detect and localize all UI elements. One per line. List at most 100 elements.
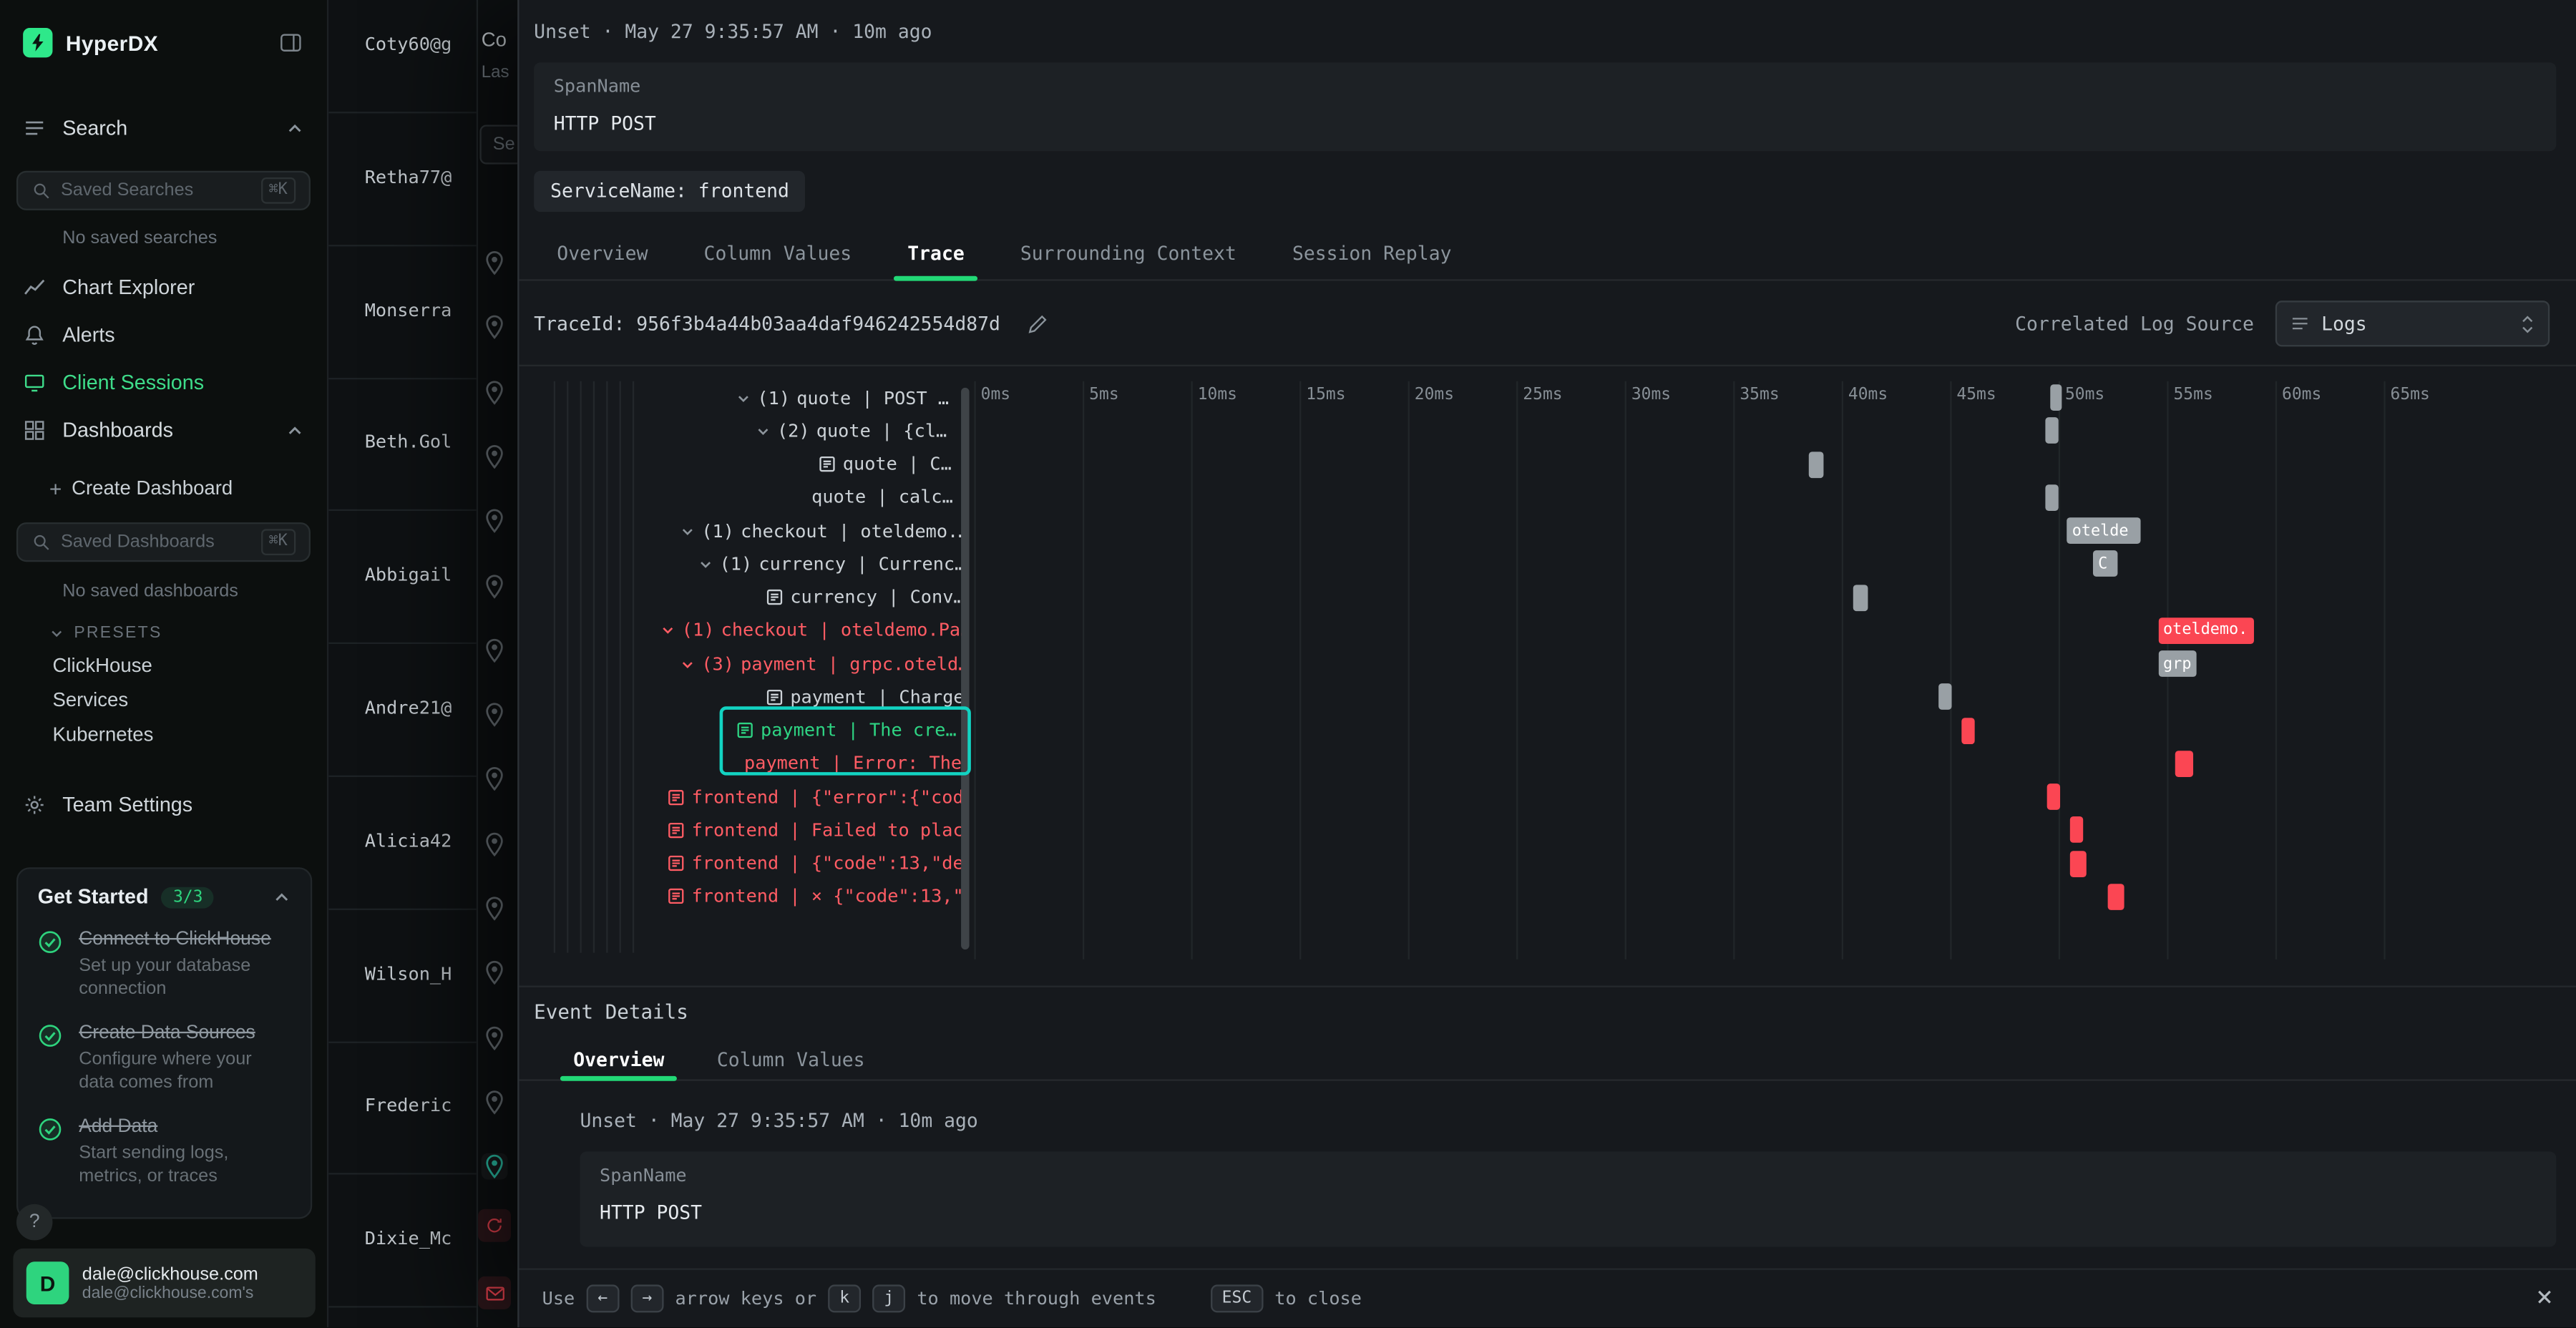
- mail-icon[interactable]: [478, 1276, 511, 1309]
- span-bar[interactable]: oteldemo.: [2158, 617, 2253, 644]
- chevron-down-icon[interactable]: [756, 424, 771, 439]
- event-details-tab-overview[interactable]: Overview: [557, 1037, 680, 1080]
- tab-surrounding-context[interactable]: Surrounding Context: [1004, 230, 1253, 279]
- session-row[interactable]: Beth.Gol: [365, 432, 452, 454]
- chevron-down-icon[interactable]: [680, 524, 696, 539]
- span-bar[interactable]: [1809, 451, 1824, 477]
- preset-item-services[interactable]: Services: [0, 682, 327, 716]
- trace-row[interactable]: (1)quote | POST …: [534, 381, 967, 414]
- map-pin-icon[interactable]: [482, 637, 508, 663]
- span-bar[interactable]: [1853, 584, 1868, 610]
- search-section-header[interactable]: Search: [0, 109, 327, 148]
- map-pin-icon[interactable]: [482, 1153, 508, 1180]
- trace-row[interactable]: frontend | {"error":{"code…: [534, 781, 967, 814]
- map-pin-icon[interactable]: [482, 831, 508, 857]
- session-row[interactable]: Andre21@: [365, 698, 452, 719]
- map-pin-icon[interactable]: [482, 444, 508, 470]
- session-row[interactable]: Retha77@: [365, 167, 452, 188]
- span-bar[interactable]: [1939, 684, 1952, 711]
- map-pin-icon[interactable]: [482, 572, 508, 599]
- span-bar[interactable]: [2046, 484, 2059, 511]
- user-menu[interactable]: D dale@clickhouse.com dale@clickhouse.co…: [13, 1249, 315, 1317]
- sidebar-item-chart-explorer[interactable]: Chart Explorer: [0, 263, 327, 311]
- map-pin-icon[interactable]: [482, 766, 508, 793]
- map-pin-icon[interactable]: [482, 1025, 508, 1051]
- session-row[interactable]: Monserra: [365, 299, 452, 321]
- span-bar[interactable]: [2050, 384, 2062, 411]
- get-started-item[interactable]: Connect to ClickHouse Set up your databa…: [38, 928, 291, 1002]
- create-dashboard-button[interactable]: + Create Dashboard: [49, 470, 233, 507]
- sidebar-item-client-sessions[interactable]: Client Sessions: [0, 358, 327, 406]
- span-bar[interactable]: [2046, 418, 2059, 444]
- trace-row[interactable]: (3)payment | grpc.oteld…: [534, 648, 967, 680]
- trace-row-selected[interactable]: payment | The cre…: [534, 714, 967, 747]
- tab-trace[interactable]: Trace: [891, 230, 980, 279]
- preset-item-clickhouse[interactable]: ClickHouse: [0, 648, 327, 682]
- help-button[interactable]: ?: [16, 1204, 53, 1241]
- trace-row[interactable]: (1)currency | Currenc…: [534, 547, 967, 580]
- preset-item-kubernetes[interactable]: Kubernetes: [0, 716, 327, 751]
- chevron-up-icon[interactable]: [286, 421, 303, 439]
- chevron-down-icon[interactable]: [680, 656, 696, 671]
- error-event-icon[interactable]: [478, 1209, 511, 1242]
- span-bar[interactable]: [2069, 817, 2082, 844]
- span-bar[interactable]: grp: [2158, 650, 2197, 677]
- trace-row[interactable]: frontend | {"code":13,"det…: [534, 847, 967, 880]
- span-bar[interactable]: otelde: [2067, 517, 2141, 544]
- session-row[interactable]: Coty60@g: [365, 34, 452, 55]
- span-bar[interactable]: [2069, 850, 2086, 877]
- trace-row[interactable]: currency | Conv…: [534, 581, 967, 614]
- map-pin-icon[interactable]: [482, 314, 508, 341]
- session-search-input-clipped[interactable]: Se: [479, 125, 517, 164]
- trace-row[interactable]: (1)checkout | oteldemo.Pa…: [534, 614, 967, 647]
- get-started-item[interactable]: Create Data Sources Configure where your…: [38, 1022, 291, 1095]
- map-pin-icon[interactable]: [482, 508, 508, 534]
- map-pin-icon[interactable]: [482, 1089, 508, 1115]
- map-pin-icon[interactable]: [482, 702, 508, 728]
- tab-overview[interactable]: Overview: [540, 230, 664, 279]
- map-pin-icon[interactable]: [482, 895, 508, 922]
- saved-dashboards-input[interactable]: Saved Dashboards ⌘K: [16, 522, 311, 562]
- presets-header[interactable]: PRESETS: [49, 620, 162, 646]
- sidebar-item-alerts[interactable]: Alerts: [0, 311, 327, 358]
- session-row[interactable]: Dixie_Mc: [365, 1229, 452, 1250]
- trace-row-selected[interactable]: payment | Error: The …: [534, 747, 967, 780]
- trace-row[interactable]: frontend | Failed to place…: [534, 814, 967, 846]
- trace-row[interactable]: (1)checkout | oteldemo.…: [534, 514, 967, 547]
- service-name-badge[interactable]: ServiceName: frontend: [534, 171, 806, 212]
- trace-row[interactable]: quote | calc…: [534, 481, 967, 514]
- session-row[interactable]: Frederic: [365, 1095, 452, 1117]
- span-bar[interactable]: [1961, 717, 1974, 743]
- map-pin-icon[interactable]: [482, 960, 508, 986]
- map-pin-icon[interactable]: [482, 250, 508, 276]
- chevron-down-icon[interactable]: [736, 391, 751, 406]
- saved-searches-input[interactable]: Saved Searches ⌘K: [16, 171, 311, 210]
- chevron-down-icon[interactable]: [698, 557, 713, 572]
- tab-column-values[interactable]: Column Values: [688, 230, 869, 279]
- log-source-select[interactable]: Logs: [2275, 301, 2550, 346]
- get-started-item[interactable]: Add Data Start sending logs, metrics, or…: [38, 1115, 291, 1188]
- span-bar[interactable]: [2048, 783, 2061, 810]
- sidebar-collapse-icon[interactable]: [278, 31, 304, 54]
- session-row[interactable]: Alicia42: [365, 830, 452, 851]
- session-row[interactable]: Abbigail: [365, 565, 452, 586]
- chevron-up-icon[interactable]: [273, 888, 291, 906]
- session-row[interactable]: Wilson_H: [365, 963, 452, 985]
- chevron-down-icon[interactable]: [660, 623, 675, 638]
- trace-row[interactable]: payment | Charge …: [534, 680, 967, 713]
- get-started-header[interactable]: Get Started 3/3: [38, 885, 291, 908]
- span-bar[interactable]: C: [2093, 551, 2117, 577]
- edit-icon[interactable]: [1027, 313, 1048, 334]
- close-icon[interactable]: ×: [2536, 1284, 2553, 1312]
- map-pin-icon[interactable]: [482, 379, 508, 405]
- span-bar[interactable]: [2175, 751, 2194, 777]
- sidebar-item-team-settings[interactable]: Team Settings: [0, 782, 327, 828]
- trace-row[interactable]: quote | C…: [534, 448, 967, 481]
- tab-session-replay[interactable]: Session Replay: [1276, 230, 1468, 279]
- span-bar[interactable]: [2108, 884, 2124, 910]
- trace-row[interactable]: frontend | × {"code":13,"d…: [534, 880, 967, 913]
- trace-row[interactable]: (2)quote | {cl…: [534, 414, 967, 447]
- chevron-up-icon[interactable]: [286, 119, 303, 137]
- event-details-tab-column-values[interactable]: Column Values: [701, 1037, 882, 1080]
- dashboards-section-header[interactable]: Dashboards: [0, 411, 327, 450]
